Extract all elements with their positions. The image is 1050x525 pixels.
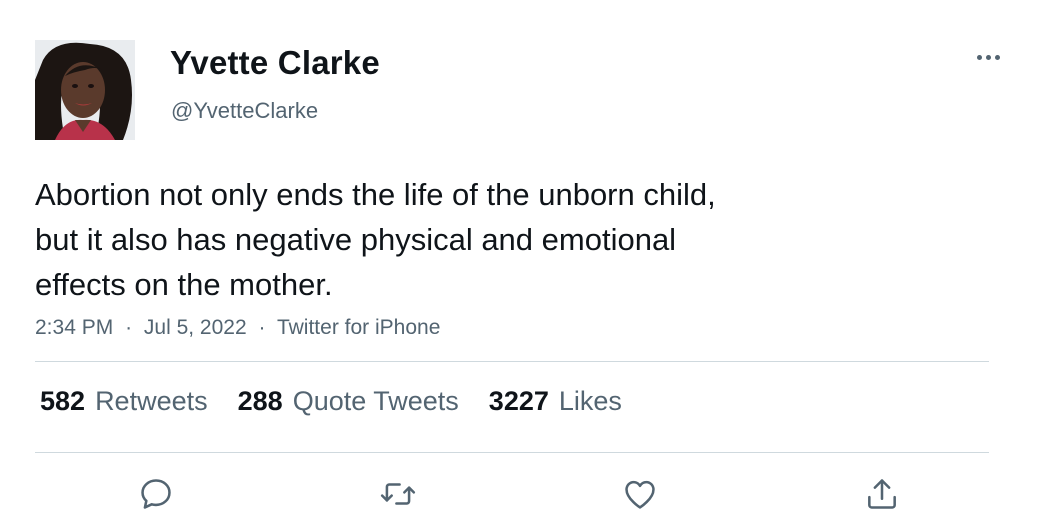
meta-separator: · [258, 316, 266, 339]
tweet-date[interactable]: Jul 5, 2022 [144, 316, 247, 339]
retweets-count: 582 [40, 386, 86, 416]
retweets-label: Retweets [95, 386, 208, 416]
likes-count: 3227 [488, 386, 549, 416]
more-options-button[interactable] [968, 42, 1008, 72]
avatar[interactable] [35, 40, 135, 140]
tweet-time[interactable]: 2:34 PM [35, 316, 113, 339]
author-display-name[interactable]: Yvette Clarke [170, 44, 380, 82]
tweet-card: Yvette Clarke @YvetteClarke Abortion not… [0, 0, 1050, 525]
like-button[interactable] [616, 470, 664, 518]
retweets-stat[interactable]: 582 Retweets [40, 386, 208, 417]
share-icon [868, 479, 896, 509]
author-handle[interactable]: @YvetteClarke [171, 98, 318, 124]
tweet-text-line: Abortion not only ends the life of the u… [35, 177, 716, 212]
meta-separator: · [125, 316, 133, 339]
more-icon-dot [994, 54, 1000, 60]
reply-button[interactable] [132, 470, 180, 518]
divider [35, 452, 989, 453]
likes-label: Likes [558, 386, 622, 416]
tweet-source[interactable]: Twitter for iPhone [277, 316, 440, 339]
divider [35, 361, 989, 362]
share-button[interactable] [858, 470, 906, 518]
likes-stat[interactable]: 3227 Likes [489, 386, 622, 417]
more-icon [976, 54, 982, 60]
tweet-stats: 582 Retweets 288 Quote Tweets 3227 Likes [40, 386, 622, 417]
tweet-text-line: but it also has negative physical and em… [35, 222, 677, 257]
quote-tweets-stat[interactable]: 288 Quote Tweets [238, 386, 459, 417]
tweet-text: Abortion not only ends the life of the u… [35, 172, 835, 307]
retweet-icon [380, 483, 416, 505]
more-icon-dot [985, 54, 991, 60]
tweet-metadata: 2:34 PM · Jul 5, 2022 · Twitter for iPho… [35, 316, 440, 340]
tweet-text-line: effects on the mother. [35, 267, 333, 302]
like-icon [625, 480, 655, 509]
retweet-button[interactable] [374, 470, 422, 518]
tweet-actions [0, 470, 1050, 520]
quote-tweets-label: Quote Tweets [292, 386, 459, 416]
reply-icon [141, 479, 171, 509]
quote-tweets-count: 288 [237, 386, 283, 416]
